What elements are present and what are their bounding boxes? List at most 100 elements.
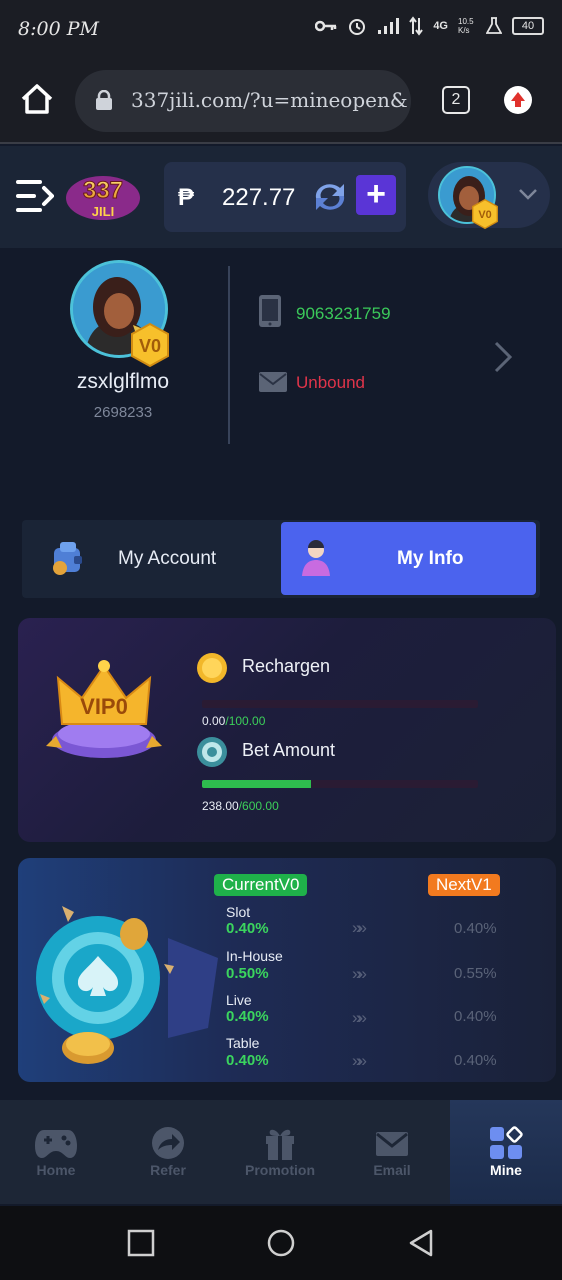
tab-label: My Account	[118, 548, 217, 569]
gold-coin-icon	[197, 653, 227, 683]
user-id: 2698233	[93, 404, 153, 421]
gamepad-icon	[35, 1130, 77, 1158]
profile-vip-badge-icon: V0	[131, 322, 169, 368]
bet-progress-bar	[202, 780, 478, 788]
email-status: Unbound	[296, 373, 366, 392]
profile-section: V0 zsxlglflmo 2698233 9063231759 Unbound	[0, 248, 562, 498]
person-icon	[302, 540, 330, 576]
nav-label: Refer	[150, 1162, 186, 1178]
rebate-card: CurrentV0 NextV1 Slot 0.40% »» 0.40% In-…	[18, 858, 556, 1082]
nav-label: Email	[373, 1162, 411, 1178]
update-icon[interactable]	[504, 86, 532, 114]
rebate-row-current: 0.40%	[226, 1008, 269, 1025]
recharge-progress-bar	[202, 700, 478, 708]
browser-toolbar: 337jili.com/?u=mineopen& 2	[0, 60, 562, 144]
alarm-icon	[349, 19, 366, 35]
lab-icon	[486, 17, 502, 34]
deposit-button[interactable]: +	[356, 175, 396, 215]
double-chevron-icon: »»	[352, 964, 367, 983]
rebate-row-current: 0.40%	[226, 920, 269, 937]
double-chevron-icon: »»	[352, 1008, 367, 1027]
next-level-badge: NextV1	[428, 874, 500, 896]
nav-email[interactable]: Email	[336, 1100, 448, 1204]
bet-amount-label: Bet Amount	[242, 740, 336, 760]
balance-panel: ₱ 227.77 +	[164, 162, 406, 232]
tab-my-account[interactable]: My Account	[22, 522, 278, 595]
status-bar: 8:00 PM 4G 10.5 K/s 40	[0, 0, 562, 60]
currency-symbol: ₱	[178, 184, 195, 211]
vip-badge-text: V0	[478, 209, 491, 221]
brand-logo[interactable]: 337 JILI	[64, 168, 142, 224]
lock-icon	[96, 90, 112, 110]
mail-icon	[259, 372, 287, 392]
vip-crown-text: VIP0	[80, 694, 128, 719]
nav-refer[interactable]: Refer	[112, 1100, 224, 1204]
tab-my-info[interactable]: My Info	[281, 522, 536, 595]
current-level-badge: CurrentV0	[214, 874, 308, 896]
data-transfer-icon	[409, 16, 424, 36]
system-navigation-bar	[0, 1206, 562, 1280]
status-icons: 4G 10.5 K/s 40	[315, 16, 544, 36]
recharge-value: 0.00/100.00	[202, 714, 265, 728]
gift-icon	[266, 1129, 294, 1160]
vip-crown-icon: VIP0	[46, 660, 162, 758]
grid-icon	[490, 1126, 523, 1159]
home-icon[interactable]	[20, 82, 54, 116]
vip-badge-icon: V0	[472, 198, 498, 230]
envelope-icon	[376, 1132, 408, 1156]
wallet-icon	[53, 542, 82, 575]
phone-icon	[259, 295, 281, 327]
share-icon	[152, 1127, 184, 1159]
chevron-right-icon[interactable]	[492, 340, 514, 374]
nav-label: Mine	[490, 1162, 522, 1178]
address-bar[interactable]: 337jili.com/?u=mineopen&	[75, 70, 411, 132]
network-type: 4G	[433, 20, 448, 32]
svg-text:337: 337	[83, 177, 123, 204]
bet-progress-fill	[202, 780, 312, 788]
battery-level: 40	[521, 20, 535, 32]
rebate-row-name: Slot	[226, 904, 251, 920]
recharge-current: 0.00	[202, 714, 226, 728]
rebate-row-name: Live	[226, 992, 252, 1008]
nav-home[interactable]: Home	[0, 1100, 112, 1204]
double-chevron-icon: »»	[352, 918, 367, 937]
bet-value: 238.00/600.00	[202, 799, 279, 813]
home-circle-icon[interactable]	[266, 1228, 296, 1258]
vip-progress-card: VIP0 Rechargen 0.00/100.00 Bet Amount 23…	[18, 618, 556, 842]
signal-icon	[378, 18, 400, 34]
poker-chip-illustration	[36, 906, 218, 1064]
rebate-row-name: Table	[226, 1035, 260, 1051]
rebate-row-name: In-House	[226, 948, 283, 964]
rebate-row-next: 0.55%	[454, 965, 497, 982]
rebate-row-current: 0.50%	[226, 965, 269, 982]
rebate-row-next: 0.40%	[454, 1008, 497, 1025]
chip-coin-icon	[197, 737, 227, 767]
battery-icon: 40	[512, 17, 544, 35]
recharge-label: Rechargen	[242, 656, 331, 676]
key-icon	[315, 20, 337, 32]
rebate-row-next: 0.40%	[454, 1052, 497, 1069]
nav-label: Home	[36, 1162, 76, 1178]
app-header: 337 JILI ₱ 227.77 + V0	[0, 146, 562, 248]
tab-switcher-button[interactable]: 2	[442, 86, 470, 114]
username: zsxlglflmo	[76, 370, 170, 393]
menu-icon[interactable]	[16, 176, 54, 216]
bottom-navigation: Home Refer Promotion Email Mine	[0, 1100, 562, 1204]
rebate-row-next: 0.40%	[454, 920, 497, 937]
nav-label: Promotion	[245, 1162, 315, 1178]
user-menu[interactable]: V0	[428, 162, 550, 230]
svg-text:JILI: JILI	[92, 204, 114, 219]
recent-apps-icon[interactable]	[126, 1228, 156, 1258]
tab-label: My Info	[397, 548, 464, 569]
nav-promotion[interactable]: Promotion	[224, 1100, 336, 1204]
nav-mine[interactable]: Mine	[450, 1100, 562, 1204]
refresh-icon[interactable]	[310, 180, 350, 214]
profile-vip-badge-text: V0	[139, 336, 161, 356]
url-text: 337jili.com/?u=mineopen&	[131, 88, 408, 112]
bet-current: 238.00	[202, 799, 239, 813]
balance-amount: 227.77	[222, 184, 296, 211]
account-tabs: My Account My Info	[22, 520, 540, 598]
divider	[228, 266, 230, 444]
back-icon[interactable]	[406, 1228, 436, 1258]
bet-target: /600.00	[238, 799, 279, 813]
